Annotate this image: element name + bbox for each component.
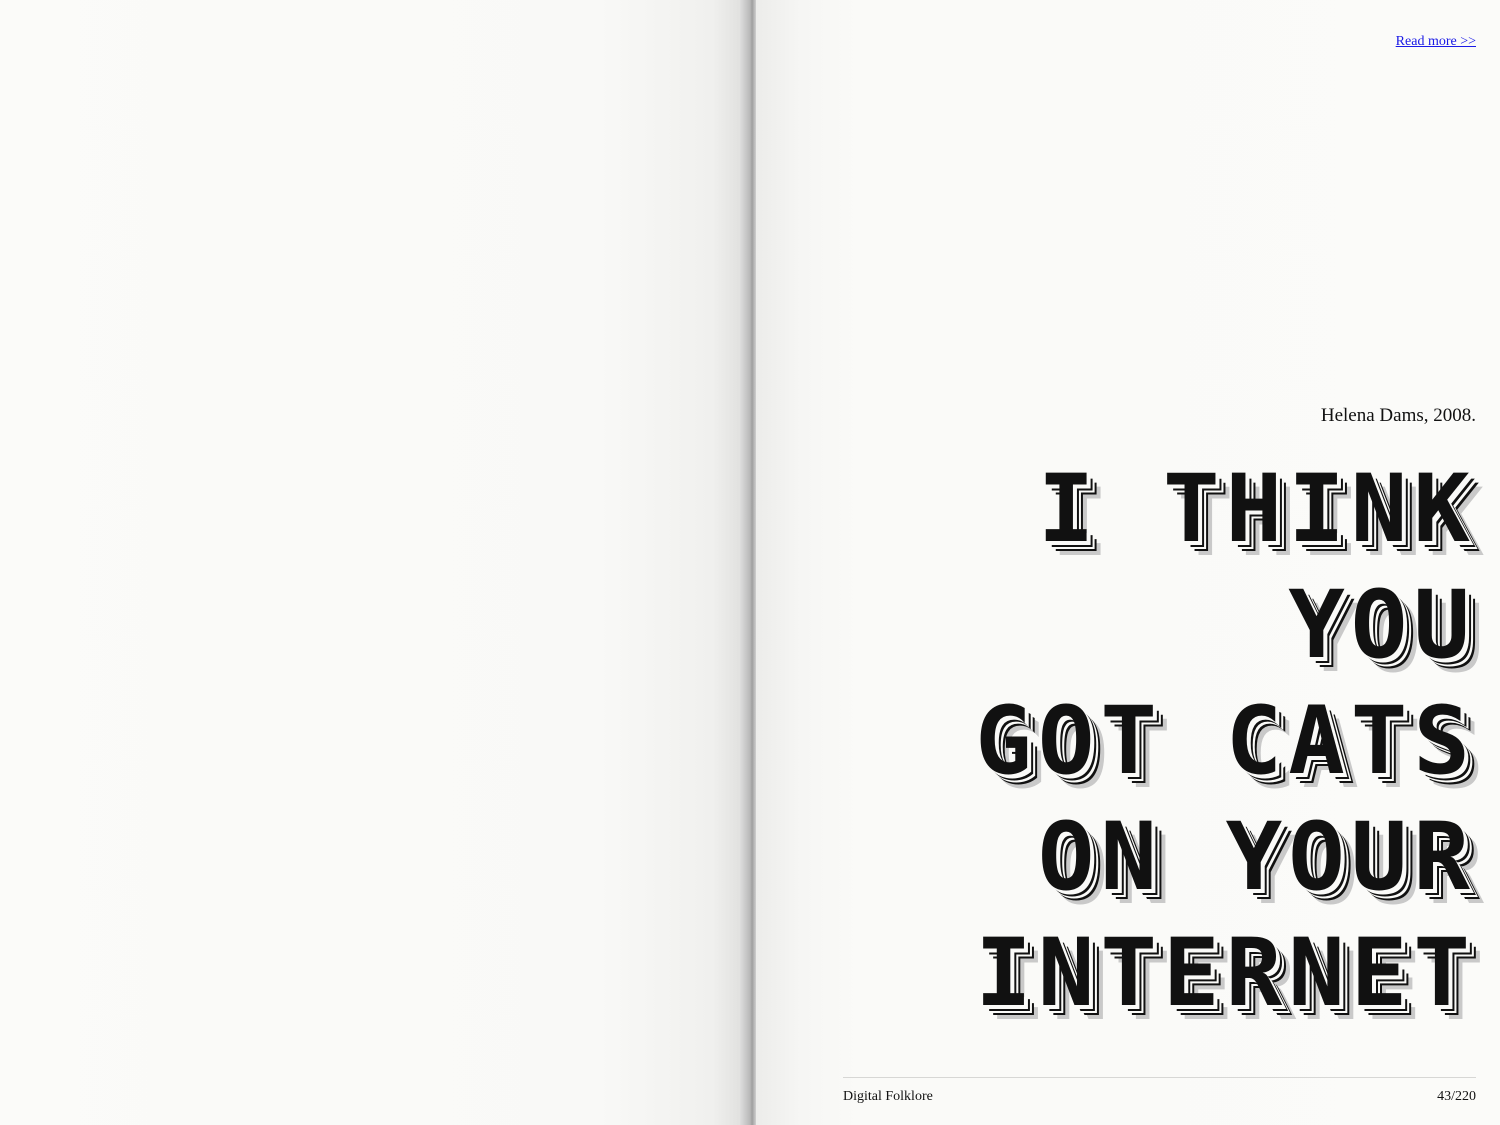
headline-line: I THINK <box>1037 455 1476 564</box>
pixel-headline: I THINK YOU GOT CATS ON YOUR INTERNET <box>975 452 1476 1032</box>
footer-divider <box>843 1077 1476 1078</box>
read-more-link[interactable]: Read more >> <box>1396 34 1476 50</box>
headline-line: ON YOUR <box>1037 803 1476 912</box>
headline-line: GOT CATS <box>975 687 1476 796</box>
footer-book-title: Digital Folklore <box>843 1089 933 1104</box>
artwork-credit: Helena Dams, 2008. <box>1320 405 1476 426</box>
headline-line: INTERNET <box>975 919 1476 1028</box>
left-page <box>0 0 750 1125</box>
footer-page-number: 43/220 <box>1437 1089 1476 1104</box>
right-page: Read more >> Helena Dams, 2008. I THINK … <box>756 0 1500 1125</box>
book-spread: Read more >> Helena Dams, 2008. I THINK … <box>0 0 1500 1125</box>
headline-line: YOU <box>1288 571 1476 680</box>
